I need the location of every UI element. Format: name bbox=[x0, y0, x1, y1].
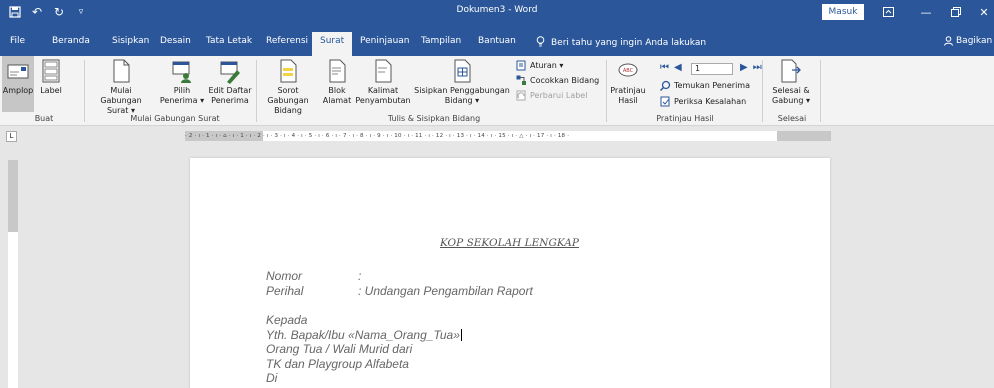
group-label-pratinjau: Pratinjau Hasil bbox=[656, 114, 714, 123]
next-record-icon[interactable]: ▶ bbox=[740, 62, 748, 73]
greeting-line-button[interactable]: Kalimat Penyambutan bbox=[354, 58, 412, 106]
insert-field-icon bbox=[454, 59, 471, 83]
tab-beranda[interactable]: Beranda bbox=[52, 32, 90, 56]
group-separator bbox=[256, 60, 257, 122]
edit-list-icon bbox=[220, 61, 240, 84]
group-separator bbox=[84, 60, 85, 122]
lightbulb-icon bbox=[536, 36, 545, 50]
tab-tata-letak[interactable]: Tata Letak bbox=[206, 32, 252, 56]
rules-button[interactable]: Aturan ▾ bbox=[516, 60, 563, 71]
person-icon bbox=[944, 36, 953, 49]
labels-button[interactable]: Label bbox=[38, 58, 64, 96]
address-block-icon bbox=[329, 59, 346, 83]
previous-record-icon[interactable]: ◀ bbox=[674, 62, 682, 73]
group-label-mulai-gabungan: Mulai Gabungan Surat bbox=[130, 114, 220, 123]
tell-me-label: Beri tahu yang ingin Anda lakukan bbox=[551, 38, 707, 48]
restore-icon[interactable] bbox=[946, 3, 966, 21]
envelope-icon bbox=[7, 64, 29, 79]
record-number-input[interactable]: 1 bbox=[691, 63, 733, 75]
highlight-merge-fields-button[interactable]: Sorot Gabungan Bidang bbox=[258, 58, 318, 116]
check-errors-button[interactable]: Periksa Kesalahan bbox=[660, 96, 746, 107]
group-label-tulis-sisipkan: Tulis & Sisipkan Bidang bbox=[387, 114, 481, 123]
nomor-value: : bbox=[358, 269, 362, 283]
sign-in-button[interactable]: Masuk bbox=[822, 4, 864, 20]
tab-surat[interactable]: Surat bbox=[312, 32, 353, 56]
group-separator bbox=[606, 60, 607, 122]
match-fields-button[interactable]: Cocokkan Bidang bbox=[516, 75, 599, 86]
document-heading: KOP SEKOLAH LENGKAP bbox=[440, 237, 579, 249]
svg-text:ABC: ABC bbox=[623, 68, 634, 74]
perihal-label: Perihal bbox=[266, 284, 304, 298]
edit-recipient-list-button[interactable]: Edit Daftar Penerima bbox=[207, 58, 253, 106]
group-separator bbox=[820, 60, 821, 122]
insert-merge-field-button[interactable]: Sisipkan Penggabungan Bidang ▾ bbox=[414, 58, 510, 106]
recipient-text: Yth. Bapak/Ibu «Nama_Orang_Tua» bbox=[266, 328, 460, 342]
ribbon-display-options-icon[interactable] bbox=[878, 3, 898, 21]
recipients-icon bbox=[172, 61, 191, 83]
horizontal-ruler[interactable]: · 2 · ı · 1 · ı · ⌂ · ı · 1 · ı · 2 · ı … bbox=[185, 131, 831, 141]
tab-sisipkan[interactable]: Sisipkan bbox=[112, 32, 149, 56]
tab-bantuan[interactable]: Bantuan bbox=[478, 32, 516, 56]
kepada-line: Kepada bbox=[266, 313, 308, 327]
preview-results-icon: ABC bbox=[618, 63, 638, 77]
select-recipients-button[interactable]: Pilih Penerima ▾ bbox=[158, 58, 206, 106]
record-navigation: ⏮ ◀ bbox=[660, 62, 682, 73]
find-recipient-button[interactable]: Temukan Penerima bbox=[660, 80, 750, 91]
tab-file[interactable]: File bbox=[10, 32, 25, 56]
tab-tampilan[interactable]: Tampilan bbox=[421, 32, 461, 56]
ruler-area: L · 2 · ı · 1 · ı · ⌂ · ı · 1 · ı · 2 · … bbox=[0, 126, 994, 146]
record-navigation-forward: ▶ ⏭ bbox=[740, 62, 762, 73]
labels-icon bbox=[42, 59, 60, 83]
share-label: Bagikan bbox=[956, 36, 993, 46]
highlight-fields-icon bbox=[280, 59, 297, 83]
greeting-line-icon bbox=[375, 59, 392, 83]
minimize-icon[interactable]: — bbox=[916, 3, 936, 21]
perihal-value: : Undangan Pengambilan Raport bbox=[358, 284, 533, 298]
di-line: Di bbox=[266, 371, 278, 385]
school-line: TK dan Playgroup Alfabeta bbox=[266, 357, 409, 371]
first-record-icon[interactable]: ⏮ bbox=[660, 62, 669, 73]
group-label-buat: Buat bbox=[34, 114, 54, 123]
preview-results-button[interactable]: ABC Pratinjau Hasil bbox=[610, 58, 646, 106]
group-label-selesai: Selesai bbox=[777, 114, 807, 123]
nomor-label: Nomor bbox=[266, 269, 303, 283]
tab-desain[interactable]: Desain bbox=[160, 32, 191, 56]
ribbon-tabs: File Beranda Sisipkan Desain Tata Letak … bbox=[0, 24, 994, 56]
share-button[interactable]: Bagikan bbox=[944, 36, 992, 49]
find-recipient-icon bbox=[660, 80, 671, 91]
recipient-line: Yth. Bapak/Ibu «Nama_Orang_Tua» bbox=[266, 328, 462, 342]
tell-me-search[interactable]: Beri tahu yang ingin Anda lakukan bbox=[536, 36, 706, 50]
text-cursor bbox=[460, 329, 462, 341]
title-bar: ↶ ↻ ▿ Dokumen3 - Word Masuk — ✕ bbox=[0, 0, 994, 24]
document-page[interactable]: KOP SEKOLAH LENGKAP Nomor : Perihal : Un… bbox=[190, 158, 830, 388]
finish-merge-button[interactable]: Selesai & Gabung ▾ bbox=[768, 58, 814, 106]
close-icon[interactable]: ✕ bbox=[974, 3, 994, 21]
rules-icon bbox=[516, 60, 526, 71]
address-block-button[interactable]: Blok Alamat bbox=[322, 58, 352, 106]
envelopes-button[interactable]: Amplop bbox=[2, 56, 34, 112]
match-fields-icon bbox=[516, 75, 526, 85]
ribbon: Amplop Label Buat Mulai Gabungan Surat ▾… bbox=[0, 56, 994, 126]
tab-selector[interactable]: L bbox=[6, 131, 17, 142]
check-errors-icon bbox=[660, 96, 670, 107]
tab-referensi[interactable]: Referensi bbox=[266, 32, 308, 56]
last-record-icon[interactable]: ⏭ bbox=[753, 62, 762, 73]
tab-peninjauan[interactable]: Peninjauan bbox=[360, 32, 410, 56]
update-labels-button[interactable]: Perbarui Label bbox=[516, 90, 587, 101]
vertical-ruler[interactable] bbox=[8, 160, 18, 388]
finish-merge-icon bbox=[781, 59, 801, 83]
group-separator bbox=[762, 60, 763, 122]
update-labels-icon bbox=[516, 90, 526, 101]
ruler-ticks: · 2 · ı · 1 · ı · ⌂ · ı · 1 · ı · 2 · ı … bbox=[185, 133, 570, 139]
parent-line: Orang Tua / Wali Murid dari bbox=[266, 342, 413, 356]
start-mail-merge-button[interactable]: Mulai Gabungan Surat ▾ bbox=[90, 58, 152, 116]
document-merge-icon bbox=[113, 59, 130, 83]
